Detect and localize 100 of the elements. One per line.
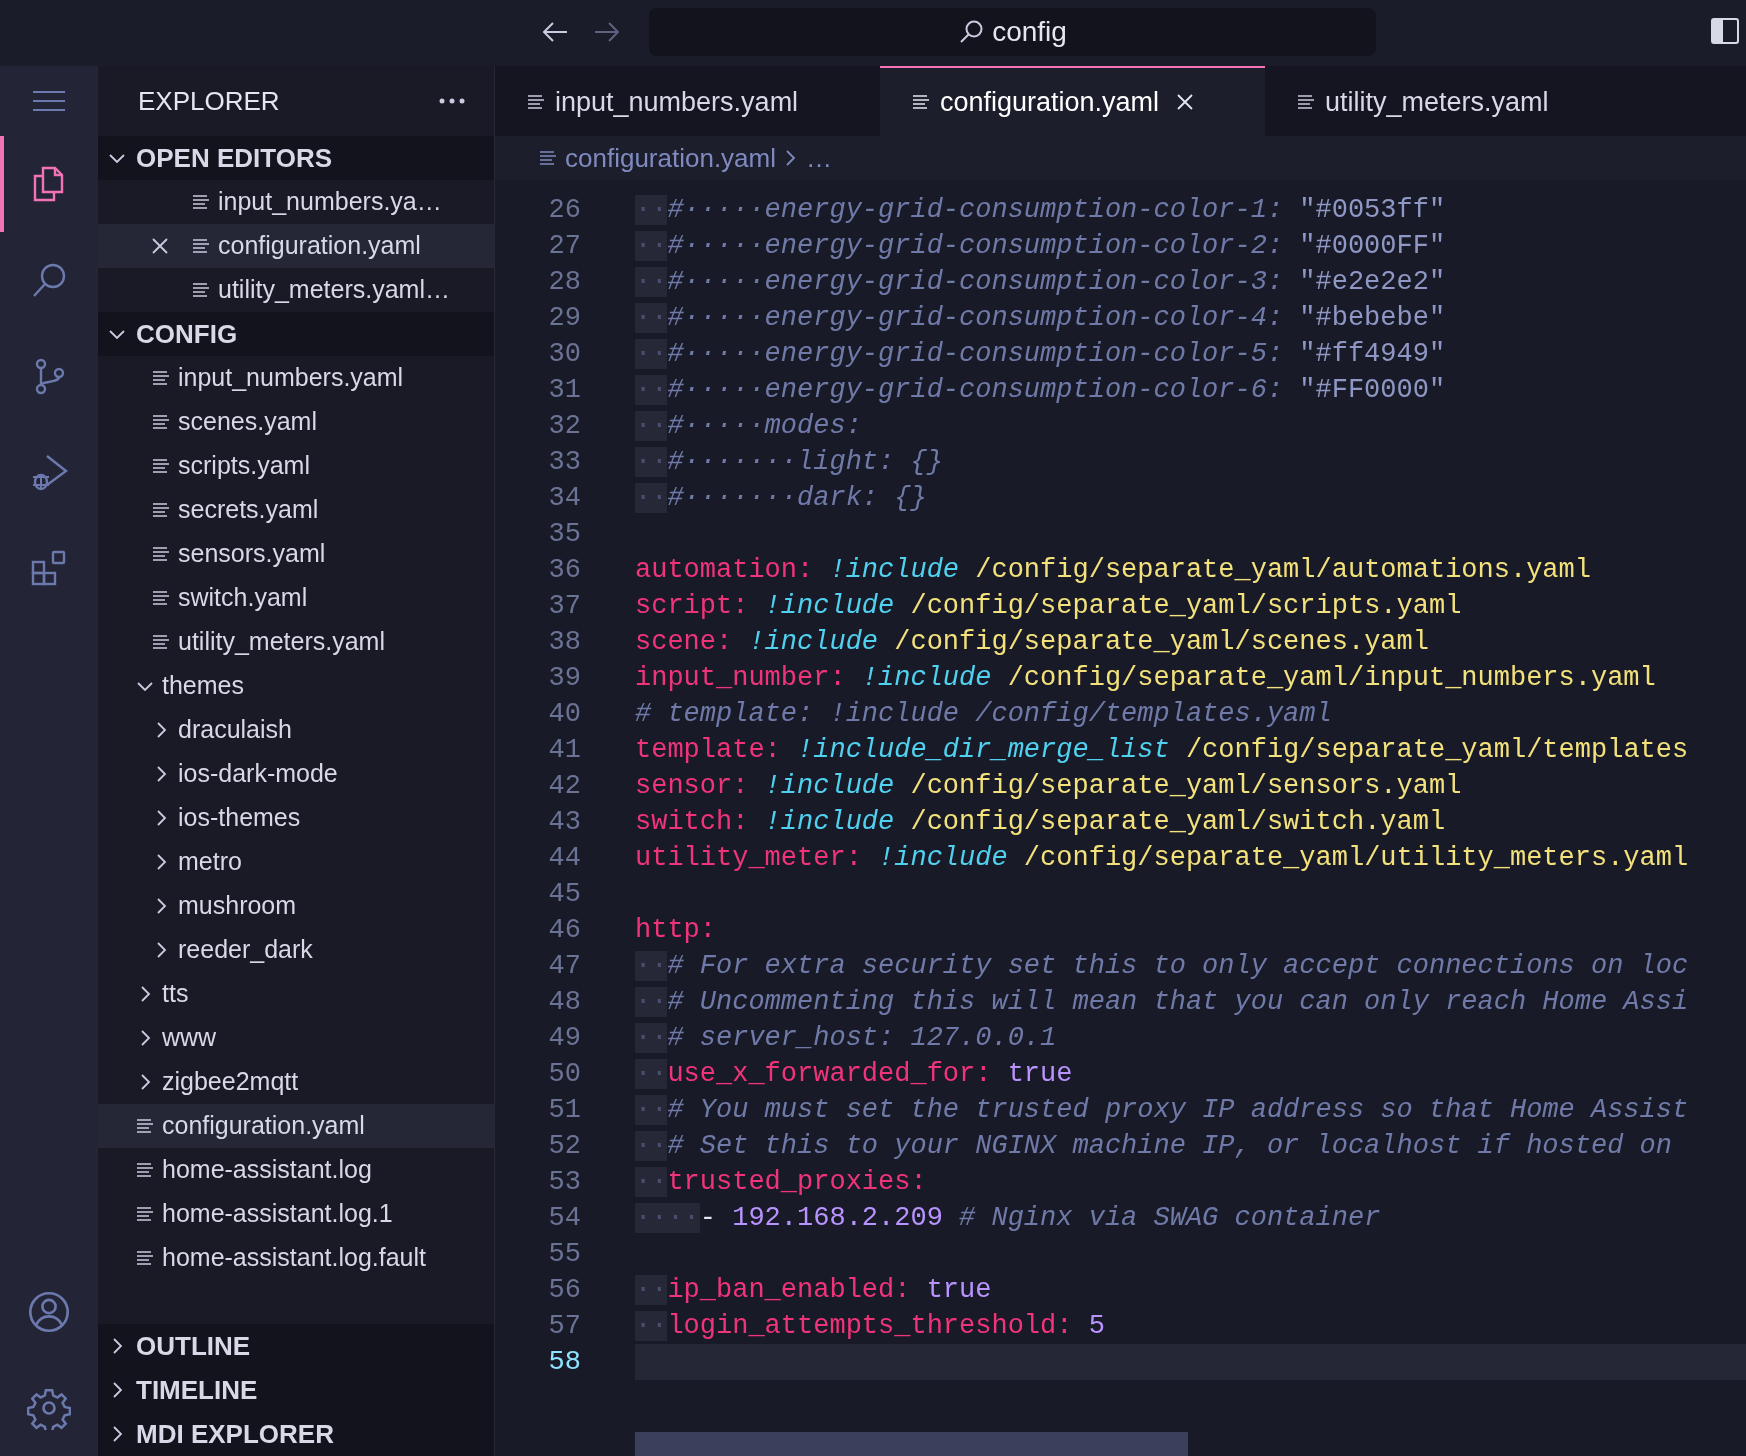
file-item[interactable]: home-assistant.log [98, 1148, 494, 1192]
code-line: ··#·····modes: [635, 410, 863, 443]
line-number: 42 [547, 769, 581, 803]
line-number: 41 [547, 733, 581, 767]
section-header[interactable]: TIMELINE [98, 1368, 494, 1412]
code-line: template: !include_dir_merge_list /config/separate_yaml/templates [635, 734, 1690, 767]
layout-toggle-icon[interactable] [1710, 16, 1740, 46]
code-line: input_number: !include /config/separate_yaml/input_numbers.yaml [635, 662, 1657, 695]
code-line: ··#·······dark: {} [635, 482, 928, 515]
code-line: automation: !include /config/separate_yaml/automations.yaml [635, 554, 1592, 587]
menu-icon[interactable] [32, 89, 66, 113]
folder-item[interactable]: tts [98, 972, 494, 1016]
code-line: http: [635, 914, 717, 947]
file-item[interactable]: scripts.yaml [98, 444, 494, 488]
scrollbar-thumb[interactable] [635, 1432, 1188, 1456]
file-lines-icon [136, 1161, 154, 1179]
file-lines-icon [192, 193, 210, 211]
code-line: ··#·····energy-grid-consumption-color-1: "#0053ff" [635, 194, 1447, 227]
line-number: 55 [547, 1237, 581, 1271]
more-actions-icon[interactable] [438, 97, 466, 105]
file-item[interactable]: sensors.yaml [98, 532, 494, 576]
folder-item[interactable]: www [98, 1016, 494, 1060]
file-lines-icon [152, 545, 170, 563]
file-lines-icon [136, 1205, 154, 1223]
folder-item[interactable]: zigbee2mqtt [98, 1060, 494, 1104]
back-arrow-icon[interactable] [541, 20, 569, 44]
file-item[interactable]: scenes.yaml [98, 400, 494, 444]
code-line: ··#·····energy-grid-consumption-color-2: "#0000FF" [635, 230, 1447, 263]
settings-icon[interactable] [27, 1386, 71, 1430]
code-line: ··#·····energy-grid-consumption-color-6: "#FF0000" [635, 374, 1447, 407]
folder-item[interactable]: ios-dark-mode [98, 752, 494, 796]
file-lines-icon [152, 501, 170, 519]
line-number: 58 [547, 1345, 581, 1379]
line-number: 54 [547, 1201, 581, 1235]
code-line: switch: !include /config/separate_yaml/switch.yaml [635, 806, 1447, 839]
editor-tab[interactable]: configuration.yaml [880, 66, 1265, 136]
line-number: 38 [547, 625, 581, 659]
close-icon[interactable] [1175, 92, 1196, 112]
file-lines-icon [152, 589, 170, 607]
breadcrumb-item[interactable]: configuration.yaml [565, 138, 776, 178]
open-editor-item[interactable]: configuration.yaml [98, 224, 494, 268]
file-item[interactable]: home-assistant.log.1 [98, 1192, 494, 1236]
section-header[interactable]: OPEN EDITORS [98, 136, 494, 180]
code-line: ··# Set this to your NGINX machine IP, or localhost if hosted on [635, 1130, 1673, 1163]
line-number: 34 [547, 481, 581, 515]
line-number: 26 [547, 193, 581, 227]
sidebar-title: EXPLORER [138, 84, 280, 118]
line-number: 33 [547, 445, 581, 479]
section-header[interactable]: CONFIG [98, 312, 494, 356]
file-item[interactable]: home-assistant.log.fault [98, 1236, 494, 1280]
file-lines-icon [152, 369, 170, 387]
code-line: ··# For extra security set this to only accept connections on loc [635, 950, 1690, 983]
file-item[interactable]: utility_meters.yaml [98, 620, 494, 664]
line-number: 39 [547, 661, 581, 695]
folder-item[interactable]: reeder_dark [98, 928, 494, 972]
chevron-right-icon [784, 149, 798, 167]
file-lines-icon [192, 281, 210, 299]
file-lines-icon [527, 93, 545, 111]
section-header[interactable]: OUTLINE [98, 1324, 494, 1368]
line-number: 31 [547, 373, 581, 407]
code-line: ··# You must set the trusted proxy IP address so that Home Assist [635, 1094, 1690, 1127]
forward-arrow-icon[interactable] [593, 20, 621, 44]
folder-item[interactable]: draculaish [98, 708, 494, 752]
search-icon [958, 19, 985, 45]
code-line: utility_meter: !include /config/separate_yaml/utility_meters.yaml [635, 842, 1690, 875]
folder-item[interactable]: themes [98, 664, 494, 708]
folder-item[interactable]: metro [98, 840, 494, 884]
breadcrumb-item[interactable]: … [806, 138, 832, 178]
file-item[interactable]: configuration.yaml [98, 1104, 494, 1148]
code-line: scene: !include /config/separate_yaml/scenes.yaml [635, 626, 1430, 659]
account-icon[interactable] [27, 1290, 71, 1334]
code-line: ··login_attempts_threshold: 5 [635, 1310, 1106, 1343]
file-item[interactable]: secrets.yaml [98, 488, 494, 532]
close-icon[interactable] [150, 236, 170, 256]
code-line: # template: !include /config/templates.yaml [635, 698, 1333, 731]
file-lines-icon [912, 93, 930, 111]
code-line: ····- 192.168.2.209 # Nginx via SWAG container [635, 1202, 1382, 1235]
line-number: 47 [547, 949, 581, 983]
file-item[interactable]: input_numbers.yaml [98, 356, 494, 400]
line-number: 30 [547, 337, 581, 371]
open-editor-item[interactable]: utility_meters.yaml… [98, 268, 494, 312]
code-line: ··# server_host: 127.0.0.1 [635, 1022, 1058, 1055]
file-item[interactable]: switch.yaml [98, 576, 494, 620]
line-number: 40 [547, 697, 581, 731]
open-editor-item[interactable]: input_numbers.ya… [98, 180, 494, 224]
line-number: 27 [547, 229, 581, 263]
code-line: sensor: !include /config/separate_yaml/sensors.yaml [635, 770, 1463, 803]
file-lines-icon [136, 1249, 154, 1267]
file-lines-icon [1297, 93, 1315, 111]
search-field[interactable]: config [649, 8, 1376, 56]
section-header[interactable]: MDI EXPLORER [98, 1412, 494, 1456]
file-lines-icon [539, 149, 557, 167]
file-lines-icon [136, 1117, 154, 1135]
code-line: ··#·····energy-grid-consumption-color-3: "#e2e2e2" [635, 266, 1447, 299]
code-line: ··trusted_proxies: [635, 1166, 928, 1199]
folder-item[interactable]: mushroom [98, 884, 494, 928]
code-line: ··#·······light: {} [635, 446, 944, 479]
file-lines-icon [152, 413, 170, 431]
code-line: ··# Uncommenting this will mean that you can only reach Home Assi [635, 986, 1690, 1019]
folder-item[interactable]: ios-themes [98, 796, 494, 840]
